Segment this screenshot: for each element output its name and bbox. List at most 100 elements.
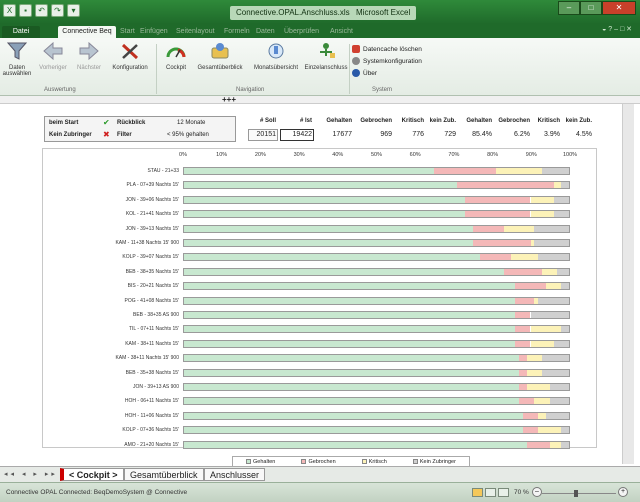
sheet-nav-arrows[interactable]: ◂◂ ◂ ▸ ▸▸ (4, 470, 58, 478)
monthly-icon (268, 43, 284, 59)
legend-item-kritisch: Kritisch (361, 459, 387, 465)
tab-einfuegen[interactable]: Einfügen (140, 26, 168, 38)
bar-segment-kein-zubringer (549, 384, 569, 390)
bar-segment-gehalten (184, 196, 466, 203)
datencache-loeschen-button[interactable]: Datencache löschen (352, 45, 422, 53)
vertical-scrollbar[interactable] (622, 104, 634, 464)
bar-segment-kritisch (530, 340, 554, 347)
zoom-out-button[interactable]: – (532, 487, 542, 497)
bar-segment-kritisch (495, 168, 543, 174)
tab-ansicht[interactable]: Ansicht (330, 26, 353, 38)
start-label: beim Start (49, 120, 79, 126)
zoom-slider-knob[interactable] (574, 490, 578, 497)
sheet-tab-cockpit[interactable]: < Cockpit > (60, 468, 124, 481)
tab-seitenlayout[interactable]: Seitenlayout (176, 26, 215, 38)
category-label: KAM - 38+11 Nachts 15' 900 (115, 355, 179, 362)
zoom-slider[interactable] (542, 490, 616, 497)
bar-segment-gebrochen (480, 254, 512, 261)
bar-segment-gehalten (184, 384, 519, 390)
bar-segment-gehalten (184, 412, 523, 419)
sheet-tab-gesamtueberblick[interactable]: Gesamtüberblick (124, 468, 204, 481)
bar-segment-gehalten (184, 182, 458, 189)
kpi-soll-label: # Soll (259, 118, 276, 124)
daten-auswaehlen-button[interactable]: Daten auswählen (2, 42, 32, 77)
legend-item-gehalten: Gehalten (246, 459, 275, 465)
bar-segment-kein-zubringer (534, 240, 569, 246)
quick-access-toolbar: X ▪ ↶ ↷ ▾ (3, 4, 80, 17)
kein-zubringer-label: Kein Zubringer (49, 132, 92, 138)
info-icon (352, 69, 360, 77)
tab-connective-beq[interactable]: Connective Beq (58, 26, 116, 38)
sheet-tab-anschlusser[interactable]: Anschlusser (204, 468, 266, 481)
bar-segment-gebrochen (518, 384, 527, 390)
ueber-button[interactable]: Über (352, 69, 377, 77)
bar-segment-kritisch (530, 326, 562, 333)
bar-segment-gebrochen (522, 427, 539, 434)
tab-datei[interactable]: Datei (2, 26, 40, 38)
tab-ueberpruefen[interactable]: Überprüfen (284, 26, 319, 38)
kpi-kritisch-pct-label: Kritisch (537, 118, 560, 124)
bar-segment-kein-zubringer (557, 268, 569, 275)
clear-cache-icon (352, 45, 360, 53)
kpi-keinzub-pct-label: kein Zub. (565, 118, 592, 124)
title-bar: X ▪ ↶ ↷ ▾ Connective.OPAL.Anschluss.xlsx… (0, 0, 640, 24)
einzelanschluss-button[interactable]: Einzelanschluss (304, 42, 348, 71)
bar-row (183, 167, 570, 175)
plus-marker: +++ (222, 95, 237, 104)
x-tick-label: 30% (293, 152, 305, 158)
check-icon: ✔ (103, 118, 110, 127)
help-icon[interactable]: ◒ ? – □ ✕ (602, 25, 632, 33)
undo-icon[interactable]: ↶ (35, 4, 48, 17)
bar-segment-gebrochen (465, 211, 531, 218)
normal-view-button[interactable] (472, 488, 483, 497)
naechster-button[interactable]: Nächster (74, 41, 104, 71)
bar-segment-gehalten (184, 268, 504, 275)
arrow-right-icon (79, 41, 99, 61)
rueckblick-value[interactable]: 12 Monate (177, 120, 205, 126)
filter-value[interactable]: < 95% gehalten (167, 132, 209, 138)
category-label: JON - 39+13 AS 900 (132, 384, 179, 390)
category-label: STAU - 21+33 (147, 168, 179, 174)
systemkonfiguration-button[interactable]: Systemkonfiguration (352, 57, 422, 65)
tab-formeln[interactable]: Formeln (224, 26, 250, 38)
category-label: TIL - 07+11 Nachts 15' (128, 326, 179, 333)
settings-icon (352, 57, 360, 65)
category-label: POG - 41+08 Nachts 15' (124, 297, 179, 304)
monatsuebersicht-button[interactable]: Monatsübersicht (250, 42, 302, 71)
bar-segment-gebrochen (515, 312, 531, 318)
page-break-button[interactable] (498, 488, 509, 497)
customize-icon[interactable]: ▾ (67, 4, 80, 17)
excel-icon[interactable]: X (3, 4, 16, 17)
legend-swatch (246, 458, 252, 464)
bar-segment-kein-zubringer (530, 312, 569, 318)
tab-daten[interactable]: Daten (256, 26, 275, 38)
tab-start[interactable]: Start (120, 26, 135, 38)
column-header-bar (0, 96, 640, 104)
bar-segment-kein-zubringer (561, 441, 569, 448)
redo-icon[interactable]: ↷ (51, 4, 64, 17)
kpi-gebrochen-pct-label: Gebrochen (498, 118, 530, 124)
cross-icon: ✖ (103, 130, 110, 139)
vorheriger-button[interactable]: Vorheriger (38, 41, 68, 71)
bar-segment-kritisch (530, 196, 554, 203)
x-tick-label: 90% (525, 152, 537, 158)
maximize-button[interactable]: □ (580, 1, 602, 15)
bar-segment-kein-zubringer (545, 412, 569, 419)
category-label: KOLP - 07+36 Nachts 15' (122, 427, 179, 434)
save-icon[interactable]: ▪ (19, 4, 32, 17)
bar-segment-gebrochen (518, 369, 527, 376)
bar-row (183, 411, 570, 420)
kpi-gehalten-pct-label: Gehalten (466, 118, 492, 124)
gesamtueberblick-button[interactable]: Gesamtüberblick (194, 42, 246, 71)
zoom-in-button[interactable]: + (618, 487, 628, 497)
cockpit-button[interactable]: Cockpit (162, 42, 190, 71)
bar-segment-gehalten (184, 340, 516, 347)
close-button[interactable]: ✕ (602, 1, 636, 15)
bar-row (183, 426, 570, 435)
bar-segment-kein-zubringer (561, 427, 569, 434)
bar-segment-kein-zubringer (534, 225, 569, 232)
konfiguration-button[interactable]: Konfiguration (110, 42, 150, 71)
page-layout-button[interactable] (485, 488, 496, 497)
ribbon-tabs: Datei Connective Beq Start Einfügen Seit… (0, 24, 640, 38)
minimize-button[interactable]: – (558, 1, 580, 15)
